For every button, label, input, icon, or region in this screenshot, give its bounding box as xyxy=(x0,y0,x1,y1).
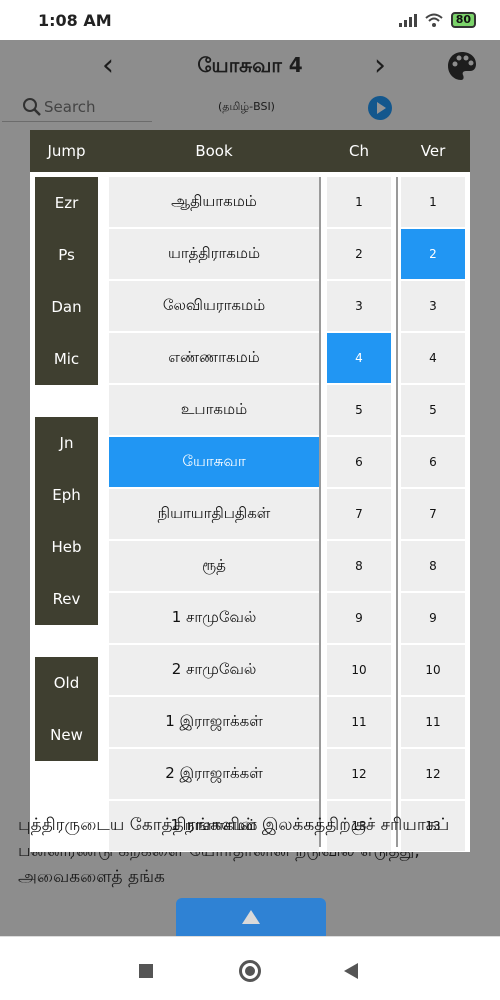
verse-item[interactable]: 4 xyxy=(401,333,465,383)
verse-item[interactable]: 3 xyxy=(401,281,465,331)
verse-list: 1 2 3 4 5 6 7 8 9 10 11 12 13 xyxy=(401,177,465,852)
jump-group: Jn Eph Heb Rev xyxy=(35,417,98,625)
book-item[interactable]: நியாயாதிபதிகள் xyxy=(109,489,319,539)
jump-header: Jump xyxy=(47,142,86,160)
book-header: Book xyxy=(195,142,233,160)
status-icons: 80 xyxy=(398,12,476,28)
back-icon[interactable] xyxy=(344,963,358,979)
book-chapter-picker: Jump Book Ch Ver Ezr Ps Dan Mic Jn Eph H… xyxy=(30,130,470,852)
book-list: ஆதியாகமம் யாத்திராகமம் லேவியராகமம் எண்ணாகமம… xyxy=(109,177,319,852)
signal-icon xyxy=(398,13,417,27)
column-divider xyxy=(319,177,321,847)
verse-item[interactable]: 10 xyxy=(401,645,465,695)
chapter-item[interactable]: 10 xyxy=(327,645,391,695)
chapter-item[interactable]: 7 xyxy=(327,489,391,539)
expand-panel-button[interactable] xyxy=(176,898,326,936)
battery-icon: 80 xyxy=(450,12,476,28)
book-item[interactable]: ஆதியாகமம் xyxy=(109,177,319,227)
status-time: 1:08 AM xyxy=(38,10,112,30)
book-item[interactable]: யாத்திராகமம் xyxy=(109,229,319,279)
picker-header: Jump Book Ch Ver xyxy=(30,130,470,172)
jump-item[interactable]: Eph xyxy=(35,469,98,521)
chapter-item[interactable]: 12 xyxy=(327,749,391,799)
chapter-header: Ch xyxy=(349,142,369,160)
verse-item[interactable]: 2 xyxy=(401,229,465,279)
chapter-item[interactable]: 6 xyxy=(327,437,391,487)
book-item[interactable]: 2 சாமுவேல் xyxy=(109,645,319,695)
book-item[interactable]: 1 இராஜாக்கள் xyxy=(109,697,319,747)
chapter-item[interactable]: 1 xyxy=(327,177,391,227)
chapter-item[interactable]: 9 xyxy=(327,593,391,643)
verse-header: Ver xyxy=(420,142,446,160)
chapter-item[interactable]: 3 xyxy=(327,281,391,331)
jump-item[interactable]: Old xyxy=(35,657,98,709)
verse-item[interactable]: 11 xyxy=(401,697,465,747)
column-divider xyxy=(396,177,398,847)
background-text-line: அவைகளைத் தங்க xyxy=(18,867,165,887)
verse-item[interactable]: 8 xyxy=(401,541,465,591)
status-bar: 1:08 AM 80 xyxy=(0,0,500,40)
book-item[interactable]: எண்ணாகமம் xyxy=(109,333,319,383)
chapter-item[interactable]: 5 xyxy=(327,385,391,435)
book-item[interactable]: 1 சாமுவேல் xyxy=(109,593,319,643)
system-nav-bar xyxy=(0,936,500,1000)
book-item[interactable]: உபாகமம் xyxy=(109,385,319,435)
book-item[interactable]: லேவியராகமம் xyxy=(109,281,319,331)
jump-group: Ezr Ps Dan Mic xyxy=(35,177,98,385)
jump-item[interactable]: Rev xyxy=(35,573,98,625)
background-text-line: புத்திரருடைய கோத்திரங்களின் இலக்கத்திற்க… xyxy=(18,815,450,835)
book-item[interactable]: 2 இராஜாக்கள் xyxy=(109,749,319,799)
chapter-item[interactable]: 2 xyxy=(327,229,391,279)
home-icon[interactable] xyxy=(239,960,261,982)
chapter-item[interactable]: 8 xyxy=(327,541,391,591)
book-item[interactable]: ரூத் xyxy=(109,541,319,591)
jump-item[interactable]: Ps xyxy=(35,229,98,281)
verse-item[interactable]: 9 xyxy=(401,593,465,643)
verse-item[interactable]: 6 xyxy=(401,437,465,487)
verse-item[interactable]: 5 xyxy=(401,385,465,435)
verse-item[interactable]: 1 xyxy=(401,177,465,227)
wifi-icon xyxy=(425,13,443,27)
jump-item[interactable]: Dan xyxy=(35,281,98,333)
jump-item[interactable]: Jn xyxy=(35,417,98,469)
chapter-item[interactable]: 11 xyxy=(327,697,391,747)
jump-item[interactable]: Heb xyxy=(35,521,98,573)
chapter-item[interactable]: 4 xyxy=(327,333,391,383)
recent-apps-icon[interactable] xyxy=(139,964,153,978)
verse-item[interactable]: 7 xyxy=(401,489,465,539)
jump-item[interactable]: Mic xyxy=(35,333,98,385)
book-item[interactable]: யோசுவா xyxy=(109,437,319,487)
jump-group: Old New xyxy=(35,657,98,761)
verse-item[interactable]: 12 xyxy=(401,749,465,799)
jump-item[interactable]: Ezr xyxy=(35,177,98,229)
chapter-list: 1 2 3 4 5 6 7 8 9 10 11 12 13 xyxy=(327,177,391,852)
jump-item[interactable]: New xyxy=(35,709,98,761)
